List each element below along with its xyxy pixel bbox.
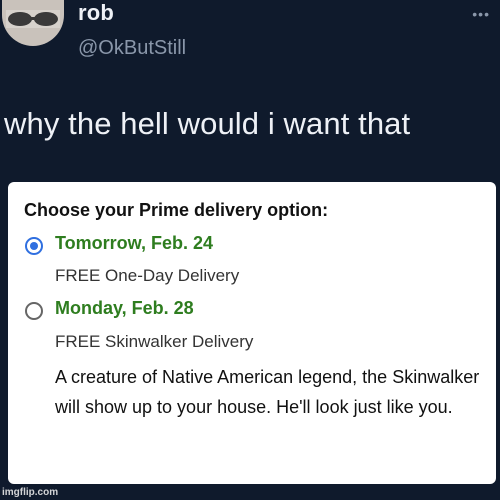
radio-tomorrow[interactable] — [25, 237, 43, 255]
option-desc-skinwalker: FREE Skinwalker Delivery — [55, 332, 254, 351]
tweet-text: why the hell would i want that — [4, 106, 411, 141]
more-horizontal-icon[interactable]: ••• — [472, 6, 490, 22]
tweet-header: rob @OkButStill ••• — [0, 0, 500, 90]
option-date-tomorrow[interactable]: Tomorrow, Feb. 24 — [55, 233, 213, 254]
avatar[interactable] — [2, 0, 64, 46]
option-note-skinwalker: A creature of Native American legend, th… — [55, 367, 480, 417]
option-desc-one-day: FREE One-Day Delivery — [55, 266, 240, 285]
watermark: imgflip.com — [2, 487, 59, 498]
radio-monday[interactable] — [25, 302, 43, 320]
delivery-option-card: Choose your Prime delivery option: Tomor… — [8, 182, 496, 484]
author-name[interactable]: rob — [78, 0, 114, 26]
option-date-monday[interactable]: Monday, Feb. 28 — [55, 298, 194, 319]
card-title: Choose your Prime delivery option: — [24, 200, 329, 220]
author-handle[interactable]: @OkButStill — [78, 37, 186, 60]
sunglasses-icon — [6, 10, 60, 28]
